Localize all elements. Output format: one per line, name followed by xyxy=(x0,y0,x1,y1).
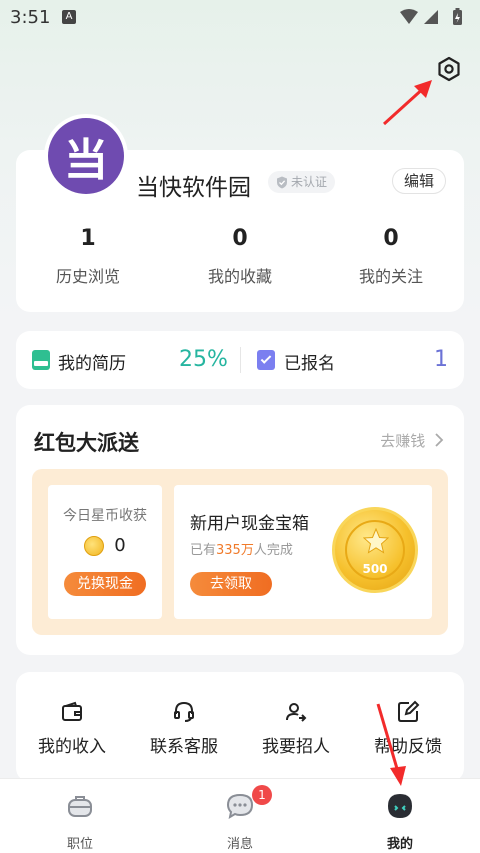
coin-title: 今日星币收获 xyxy=(63,508,147,524)
shield-icon xyxy=(277,176,287,188)
stat-label: 我的收藏 xyxy=(207,267,272,286)
notification-icon: A xyxy=(62,10,76,24)
profile-icon xyxy=(388,794,412,818)
service-support[interactable]: 联系客服 xyxy=(134,700,234,757)
star-icon xyxy=(363,528,389,554)
user-name: 当快软件园 xyxy=(136,175,251,201)
recruit-icon xyxy=(286,703,307,722)
edit-button[interactable]: 编辑 xyxy=(392,168,446,194)
service-recruit[interactable]: 我要招人 xyxy=(246,700,346,757)
applied-count: 1 xyxy=(434,347,448,372)
star-coin-box: 今日星币收获 0 兑换现金 xyxy=(48,485,162,619)
red-arrow-icon xyxy=(376,703,406,786)
resume-percent: 25% xyxy=(179,347,228,372)
avatar-char: 当 xyxy=(48,118,124,194)
service-label: 联系客服 xyxy=(150,737,218,757)
coin-row: 0 xyxy=(48,535,162,556)
wallet-icon xyxy=(62,701,82,721)
divider xyxy=(240,347,241,373)
stat-label: 历史浏览 xyxy=(55,267,120,286)
tab-messages[interactable]: 1 消息 xyxy=(190,785,290,852)
coin-icon xyxy=(84,535,105,556)
resume-card: 我的简历 25% 已报名 1 xyxy=(16,331,464,389)
tab-jobs[interactable]: 职位 xyxy=(30,791,130,852)
stat-value: 0 xyxy=(383,226,399,251)
stat-following[interactable]: 0 我的关注 xyxy=(331,226,451,287)
resume-icon xyxy=(32,350,50,370)
resume-label[interactable]: 我的简历 xyxy=(58,349,126,374)
stat-favorites[interactable]: 0 我的收藏 xyxy=(180,226,300,287)
red-arrow-icon xyxy=(382,80,432,126)
service-label: 我要招人 xyxy=(262,737,330,757)
hongbao-title: 红包大派送 xyxy=(34,431,139,455)
status-bar: 3:51 A xyxy=(0,0,480,34)
stat-label: 我的关注 xyxy=(358,267,423,286)
avatar[interactable]: 当 xyxy=(44,114,128,198)
coin-value: 500 xyxy=(362,562,388,576)
settings-icon xyxy=(438,56,460,82)
verify-label: 未认证 xyxy=(291,175,328,189)
tab-profile[interactable]: 我的 xyxy=(350,791,450,852)
stat-value: 1 xyxy=(80,226,96,251)
status-time: 3:51 xyxy=(10,7,51,28)
applied-icon xyxy=(257,350,275,370)
hongbao-panel: 今日星币收获 0 兑换现金 新用户现金宝箱 已有335万人完成 去领取 500 xyxy=(32,469,448,635)
earn-money-link[interactable]: 去赚钱 xyxy=(380,430,444,451)
service-income[interactable]: 我的收入 xyxy=(22,700,122,757)
stat-history[interactable]: 1 历史浏览 xyxy=(28,226,148,287)
unread-badge: 1 xyxy=(252,785,272,805)
cash-box-card: 新用户现金宝箱 已有335万人完成 去领取 500 xyxy=(174,485,432,619)
tab-label: 我的 xyxy=(386,837,413,852)
exchange-cash-button[interactable]: 兑换现金 xyxy=(64,572,146,596)
briefcase-icon xyxy=(68,796,92,817)
tab-label: 消息 xyxy=(226,837,253,852)
cash-box-title: 新用户现金宝箱 xyxy=(190,514,309,534)
applied-label[interactable]: 已报名 xyxy=(284,349,335,374)
headset-icon xyxy=(174,701,194,722)
gold-coin-icon: 500 xyxy=(332,507,418,593)
hongbao-card: 红包大派送 去赚钱 今日星币收获 0 兑换现金 新用户现金宝箱 已有335万人完… xyxy=(16,405,464,655)
coin-amount: 0 xyxy=(114,535,126,556)
status-icons xyxy=(398,8,468,30)
cash-box-subtitle: 已有335万人完成 xyxy=(190,543,293,558)
verify-badge[interactable]: 未认证 xyxy=(268,171,336,193)
service-label: 我的收入 xyxy=(38,737,106,757)
chevron-right-icon xyxy=(435,433,444,447)
message-icon xyxy=(226,793,254,820)
settings-button[interactable] xyxy=(436,56,462,82)
tab-label: 职位 xyxy=(66,837,93,852)
earn-money-label: 去赚钱 xyxy=(380,432,426,450)
stat-value: 0 xyxy=(232,226,248,251)
claim-button[interactable]: 去领取 xyxy=(190,572,272,596)
